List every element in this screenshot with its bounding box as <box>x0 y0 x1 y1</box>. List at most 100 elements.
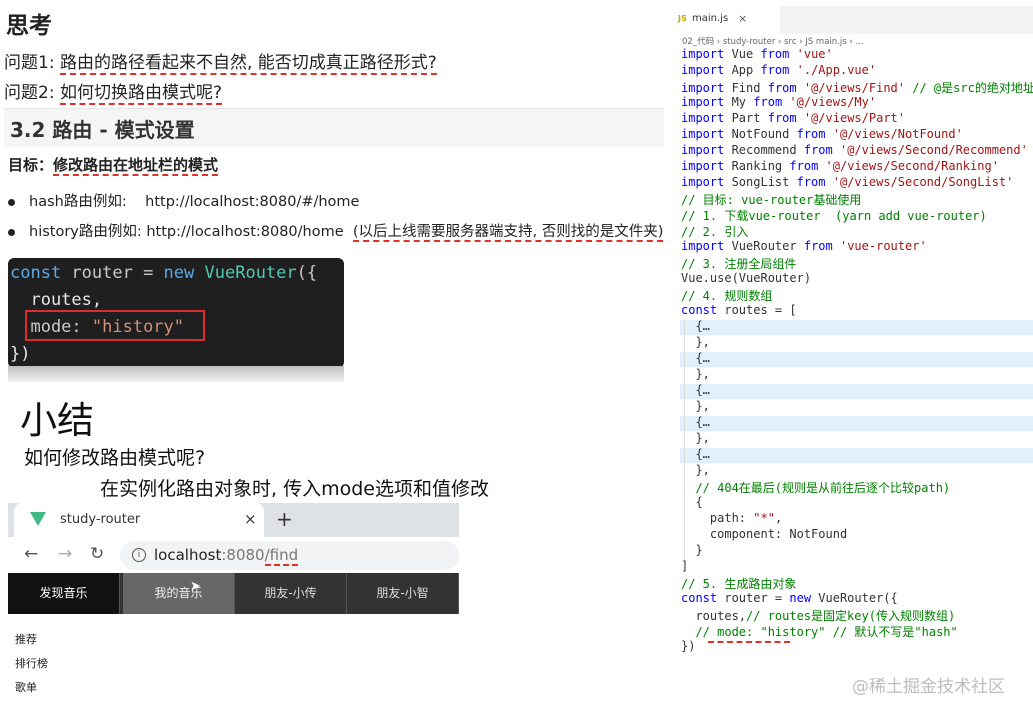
code-line[interactable]: const routes = [ <box>681 303 797 317</box>
bullet-history-note: (以后上线需要服务器端支持, 否则找的是文件夹) <box>352 224 664 242</box>
goal-line: 目标：修改路由在地址栏的模式 <box>8 154 219 176</box>
question-1-prefix: 问题1: <box>4 53 60 73</box>
breadcrumb[interactable]: 02_代码 › study-router › src › JS main.js … <box>682 35 864 47</box>
bullet-history-label: history路由例如: http://localhost:8080/home <box>29 224 344 240</box>
side-link-recommend[interactable]: 推荐 <box>15 631 37 647</box>
bullet-hash: hash路由例如: http://localhost:8080/#/home <box>8 190 359 211</box>
browser-tab[interactable]: study-router × <box>14 503 264 537</box>
code-line[interactable]: {… <box>681 383 710 397</box>
code-token: routes, <box>681 609 747 623</box>
bullet-dot-icon <box>8 228 15 236</box>
code-token: 'vue' <box>796 47 833 61</box>
vue-logo-icon <box>30 512 46 526</box>
code-token: , <box>774 511 783 525</box>
goal-text: 修改路由在地址栏的模式 <box>53 156 219 176</box>
code-token: {… <box>681 383 710 397</box>
code-line[interactable]: {… <box>681 447 709 461</box>
code-token: VueRouter({ <box>811 591 898 605</box>
code-line[interactable]: }, <box>681 335 709 349</box>
code-line[interactable]: // 1. 下载vue-router (yarn add vue-router) <box>681 207 987 224</box>
code-line[interactable]: import Recommend from '@/views/Second/Re… <box>681 143 1028 157</box>
bullet-hash-url: http://localhost:8080/#/home <box>145 194 360 210</box>
code-line[interactable]: // 4. 规则数组 <box>681 287 772 304</box>
code-token: router = <box>717 591 790 605</box>
code-token: VueRouter <box>724 239 804 253</box>
code-token: import <box>681 127 725 141</box>
code-token: import <box>681 111 725 125</box>
close-icon[interactable]: × <box>738 12 747 25</box>
reload-icon[interactable]: ↻ <box>90 544 104 564</box>
code-line[interactable]: {… <box>681 415 710 429</box>
back-icon[interactable]: ← <box>24 544 38 564</box>
code-line[interactable]: routes,// routes是固定key(传入规则数组) <box>681 607 955 624</box>
code-line[interactable]: // 5. 生成路由对象 <box>681 575 796 592</box>
code-line[interactable]: import Vue from 'vue' <box>681 47 833 61</box>
code-token: '@/views/Part' <box>803 111 906 125</box>
code-token: '@/views/Second/SongList' <box>832 175 1014 189</box>
nav-item-discover[interactable]: 发现音乐 <box>8 573 120 614</box>
code-token: {… <box>681 415 710 429</box>
code-line[interactable]: }, <box>681 399 709 413</box>
code-line[interactable]: import SongList from '@/views/Second/Son… <box>681 175 1013 189</box>
browser-tab-title: study-router <box>60 512 141 527</box>
code-token: Part <box>724 111 768 125</box>
code-token: "*" <box>753 511 775 525</box>
code-token: import <box>681 159 725 173</box>
code-line[interactable]: path: "*", <box>681 511 782 525</box>
side-link-songlist[interactable]: 歌单 <box>15 679 37 695</box>
code-token: component: NotFound <box>681 527 848 541</box>
close-icon[interactable]: × <box>244 510 257 528</box>
address-url[interactable]: localhost:8080/find <box>154 546 299 566</box>
code-keyword-new: new <box>163 263 195 283</box>
code-line[interactable]: import Find from '@/views/Find' // @是src… <box>681 79 1033 96</box>
code-line[interactable]: // 目标: vue-router基础使用 <box>681 191 861 208</box>
new-tab-icon[interactable]: + <box>276 507 293 531</box>
nav-item-friend-1[interactable]: 朋友-小传 <box>235 573 347 614</box>
code-line[interactable]: import Ranking from '@/views/Second/Rank… <box>681 159 999 173</box>
code-token: import <box>681 143 725 157</box>
code-line[interactable]: {… <box>681 319 709 333</box>
code-line[interactable]: // 2. 引入 <box>681 223 748 240</box>
code-token: '@/views/Second/Recommend' <box>839 143 1028 157</box>
code-line[interactable]: {… <box>681 351 709 365</box>
code-line[interactable]: ] <box>681 559 688 573</box>
code-line[interactable]: }, <box>681 463 709 477</box>
code-token: }, <box>681 431 710 445</box>
question-1: 问题1: 路由的路径看起来不自然, 能否切成真正路径形式? <box>4 48 437 75</box>
code-line[interactable]: Vue.use(VueRouter) <box>681 271 811 285</box>
code-token: NotFound <box>724 127 797 141</box>
bullet-dot-icon <box>8 198 15 206</box>
code-line[interactable]: import VueRouter from 'vue-router' <box>681 239 927 253</box>
code-token: import <box>681 175 725 189</box>
side-link-ranking[interactable]: 排行榜 <box>15 655 48 671</box>
code-line[interactable]: import Part from '@/views/Part' <box>681 111 905 125</box>
code-line[interactable]: }) <box>681 639 695 653</box>
nav-item-friend-2[interactable]: 朋友-小智 <box>347 573 459 614</box>
url-host: localhost <box>154 546 222 564</box>
nav-item-my-music[interactable]: 我的音乐 <box>123 573 235 614</box>
code-line[interactable]: component: NotFound <box>681 527 847 541</box>
code-line[interactable]: }, <box>681 367 709 381</box>
code-line[interactable]: // mode: "history" // 默认不写是"hash" <box>681 623 957 640</box>
mouse-cursor-icon: ➤ <box>190 579 201 594</box>
url-path: /find <box>264 546 299 566</box>
code-line[interactable]: const router = new VueRouter({ <box>681 591 898 605</box>
info-icon[interactable]: i <box>132 548 146 562</box>
code-line[interactable]: import App from './App.vue' <box>681 63 876 77</box>
code-line[interactable]: // 404在最后(规则是从前往后逐个比较path) <box>681 479 950 496</box>
highlight-box <box>25 310 205 341</box>
editor-tab-name[interactable]: main.js <box>692 13 728 24</box>
code-line[interactable]: import NotFound from '@/views/NotFound' <box>681 127 963 141</box>
code-line[interactable]: // 3. 注册全局组件 <box>681 255 796 272</box>
code-token: // 1. 下载vue-router (yarn add vue-router) <box>681 209 987 223</box>
code-token: path: <box>681 511 754 525</box>
code-line[interactable]: import My from '@/views/My' <box>681 95 876 109</box>
code-line[interactable]: }, <box>681 431 710 445</box>
code-token: new <box>789 591 812 605</box>
forward-icon[interactable]: → <box>58 544 72 564</box>
